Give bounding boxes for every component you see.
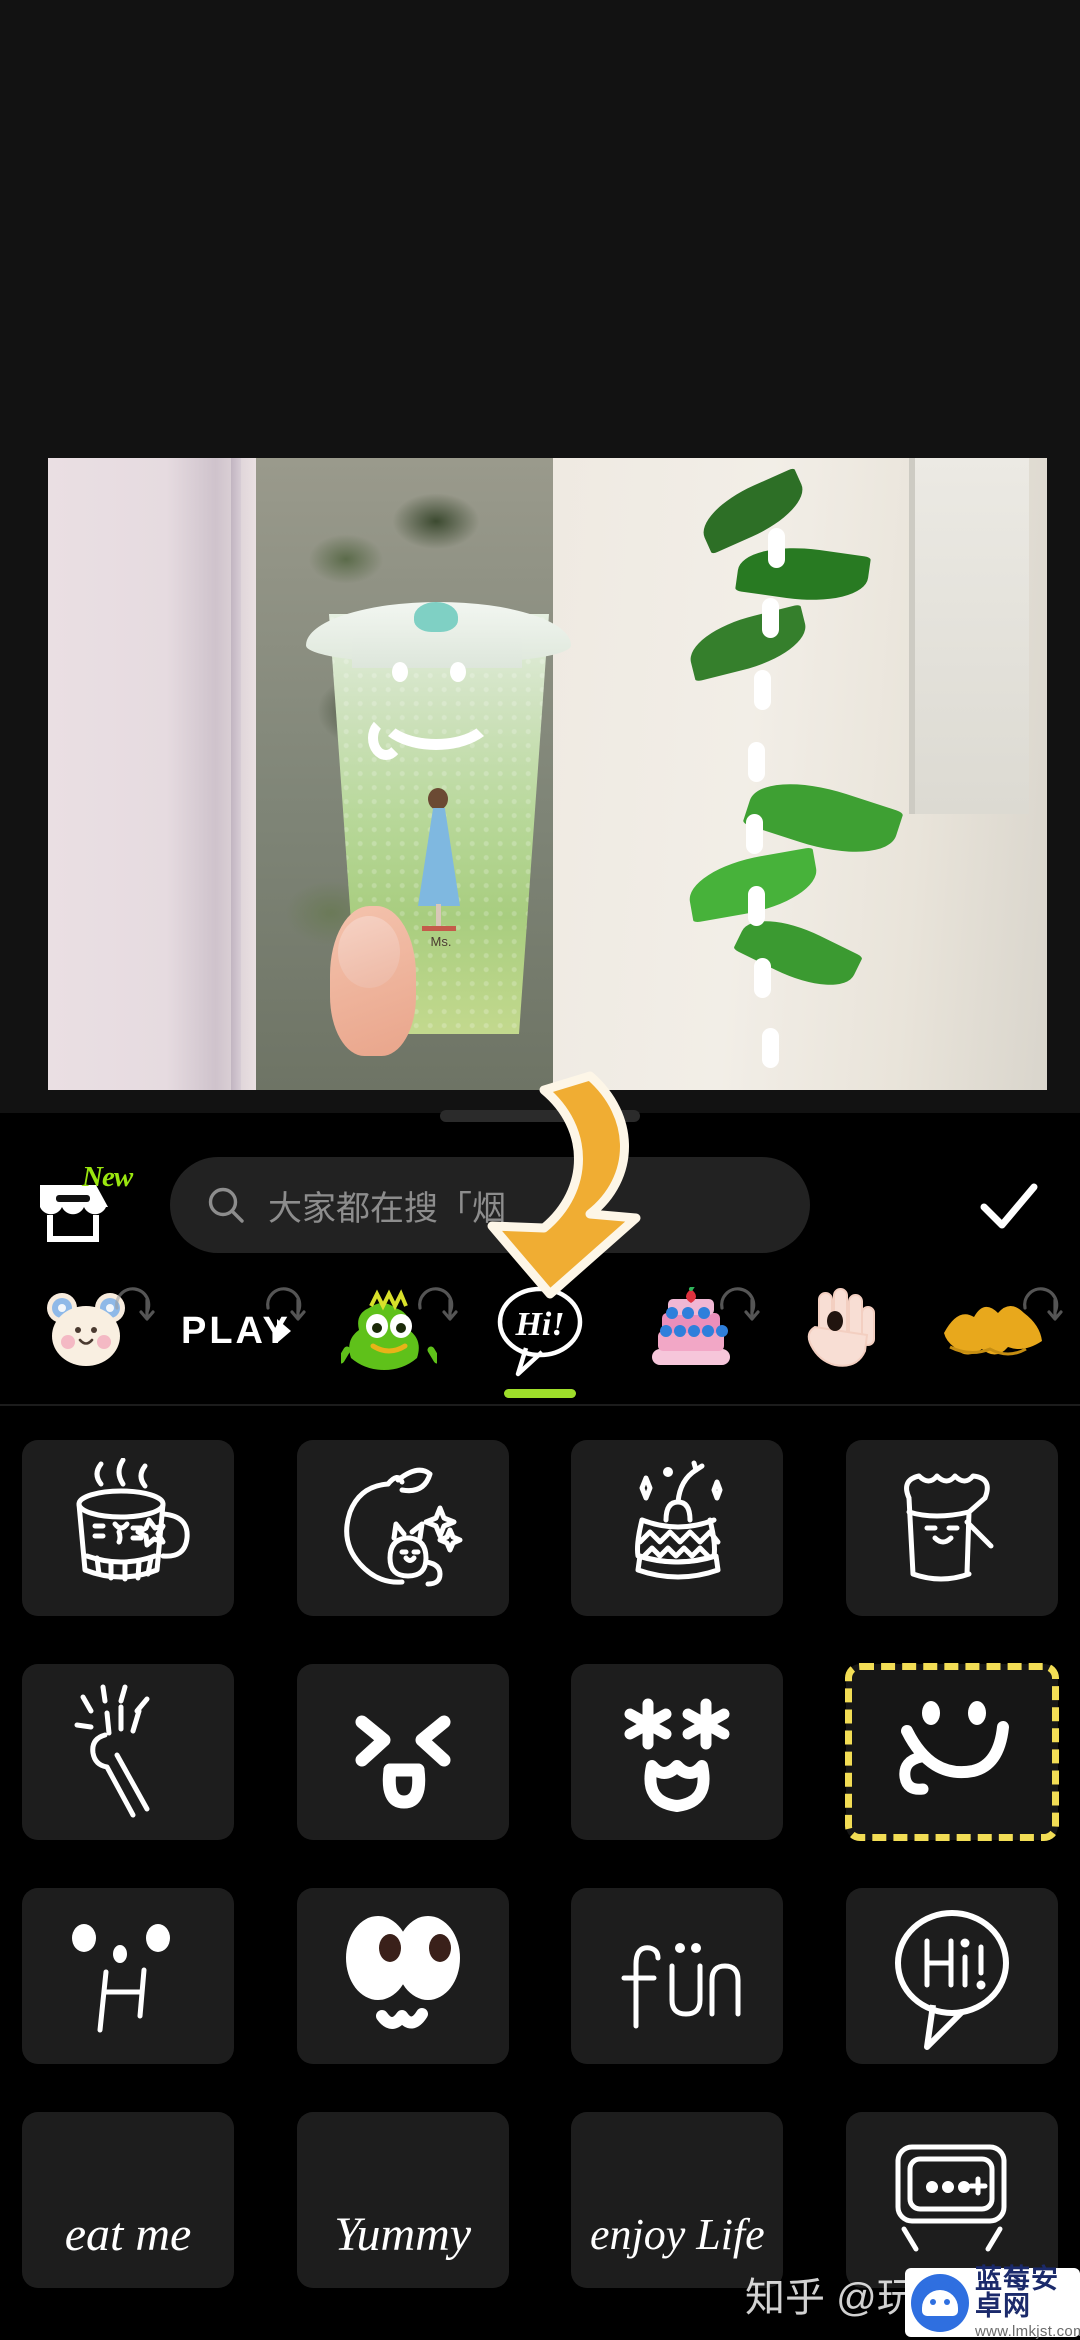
download-badge-icon[interactable] [716, 1282, 761, 1326]
cup-knob [414, 602, 458, 632]
sticker-face-simple-sad[interactable] [22, 1888, 234, 2064]
sticker-text-label: enjoy Life [589, 2209, 765, 2259]
sticker-snapping-hand[interactable] [22, 1664, 234, 1840]
photo-dashed-arc [746, 528, 785, 1090]
annotation-arrow [440, 1058, 700, 1318]
sticker-store-button[interactable]: New [20, 1161, 133, 1249]
camera-glyph [895, 2144, 1007, 2252]
applied-smiley-sticker[interactable] [358, 658, 518, 768]
sticker-face-star-eyes[interactable] [571, 1664, 784, 1840]
download-badge-icon[interactable] [111, 1282, 155, 1326]
sticker-mug-with-face[interactable] [22, 1440, 234, 1616]
dash-segment [748, 886, 765, 926]
dash-segment [754, 958, 771, 998]
site-name-cn: 蓝莓安卓网 [975, 2264, 1059, 2321]
dash-segment [762, 1028, 779, 1068]
lady-caption: Ms. [430, 934, 452, 949]
download-badge-icon[interactable] [1019, 1282, 1063, 1326]
sticker-smiley-tongue[interactable] [845, 1663, 1059, 1841]
photo-window [909, 458, 1029, 814]
applied-lady-sticker[interactable]: Ms. [410, 788, 470, 949]
photo-wall-left [48, 458, 263, 1090]
sticker-cake-with-cherry[interactable] [571, 1440, 784, 1616]
dash-segment [768, 528, 785, 568]
store-new-badge: New [82, 1161, 133, 1193]
smiley-tongue [368, 716, 404, 760]
sticker-bread-cat[interactable] [846, 1440, 1058, 1616]
download-badge-icon[interactable] [262, 1282, 306, 1326]
edited-photo[interactable]: Ms. [48, 458, 1047, 1090]
photo-thumb [330, 906, 416, 1056]
android-robot-icon [911, 2273, 969, 2332]
tabs-divider [0, 1404, 1080, 1406]
tab-play[interactable]: PLAY [162, 1276, 312, 1404]
sticker-grid[interactable]: eat me Yummy enjoy Life [0, 1418, 1080, 2337]
tab-active-indicator [504, 1389, 576, 1398]
tab-yellow-brush[interactable] [919, 1276, 1069, 1404]
sticker-face-squint-smile[interactable] [296, 1664, 509, 1840]
zhihu-watermark: 知乎 @玩 [745, 2276, 917, 2320]
dash-segment [748, 742, 765, 782]
editor-canvas: Ms. [0, 0, 1080, 1113]
lady-head [428, 788, 448, 810]
hand-wave-icon [768, 1282, 918, 1378]
lady-base [422, 926, 456, 931]
sticker-text-yummy[interactable]: Yummy [296, 2112, 509, 2288]
sticker-camera[interactable] [846, 2112, 1058, 2288]
tab-hand-wave[interactable] [768, 1276, 918, 1404]
dash-segment [762, 598, 779, 638]
tab-fluffy-bear[interactable] [11, 1276, 161, 1404]
cup-lid [306, 602, 571, 668]
app-screen: Ms. New 大家都在搜「烟 PLAY Hi! eat me Yummy en… [0, 0, 1080, 2339]
lady-leg [436, 904, 441, 928]
lady-dress [418, 808, 460, 906]
dash-segment [754, 670, 771, 710]
confirm-button[interactable] [960, 1163, 1056, 1249]
dash-segment [746, 814, 763, 854]
sticker-apple-with-cat[interactable] [296, 1440, 509, 1616]
photo-thumbnail-nail [338, 916, 400, 988]
sticker-text-enjoy-life[interactable]: enjoy Life [571, 2112, 784, 2288]
search-icon [208, 1187, 244, 1223]
sticker-hi-speech-bubble[interactable] [846, 1888, 1058, 2064]
sticker-text-fun[interactable] [571, 1888, 784, 2064]
sticker-big-cartoon-eyes[interactable] [296, 1888, 509, 2064]
site-watermark: 蓝莓安卓网 www.lmkjst.com [905, 2264, 1080, 2339]
sticker-text-label: eat me [64, 2207, 192, 2261]
sticker-text-label: Yummy [334, 2207, 472, 2261]
check-icon [980, 1183, 1038, 1229]
sticker-text-eat-me[interactable]: eat me [22, 2112, 234, 2288]
